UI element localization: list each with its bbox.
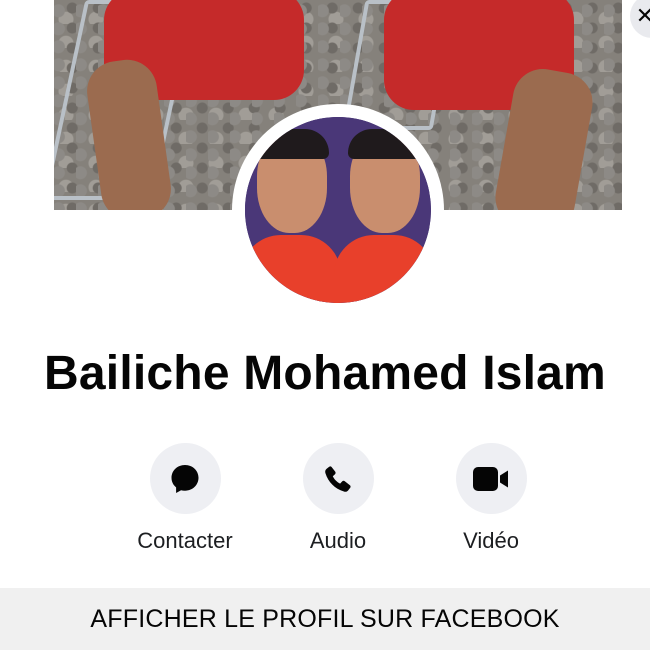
avatar-portrait-left <box>245 117 341 303</box>
audio-label: Audio <box>309 528 367 553</box>
contact-action[interactable]: Contacter <box>115 443 255 554</box>
avatar-shirt <box>245 235 341 303</box>
contact-button[interactable] <box>149 443 221 514</box>
profile-name: Bailiche Mohamed Islam <box>44 347 606 400</box>
audio-call-button[interactable] <box>302 443 374 514</box>
contact-label: Contacter <box>137 528 233 553</box>
video-label: Vidéo <box>463 528 519 553</box>
action-buttons: Contacter Audio Vidéo <box>0 443 650 555</box>
view-profile-on-facebook-button[interactable]: AFFICHER LE PROFIL SUR FACEBOOK <box>0 588 650 650</box>
close-icon: ✕ <box>635 3 650 28</box>
audio-action[interactable]: Audio <box>268 443 408 554</box>
avatar-hair <box>348 129 422 159</box>
messenger-bubble-icon <box>171 464 199 493</box>
video-call-button[interactable] <box>455 443 527 514</box>
profile-picture[interactable] <box>232 104 444 316</box>
avatar <box>245 117 431 303</box>
close-button[interactable]: ✕ <box>630 0 650 38</box>
avatar-hair <box>255 129 329 159</box>
avatar-portrait-right <box>334 117 431 303</box>
phone-icon <box>325 465 351 492</box>
view-profile-label: AFFICHER LE PROFIL SUR FACEBOOK <box>90 604 560 633</box>
video-action[interactable]: Vidéo <box>421 443 561 554</box>
avatar-shirt <box>334 235 431 303</box>
video-camera-icon <box>473 466 508 491</box>
